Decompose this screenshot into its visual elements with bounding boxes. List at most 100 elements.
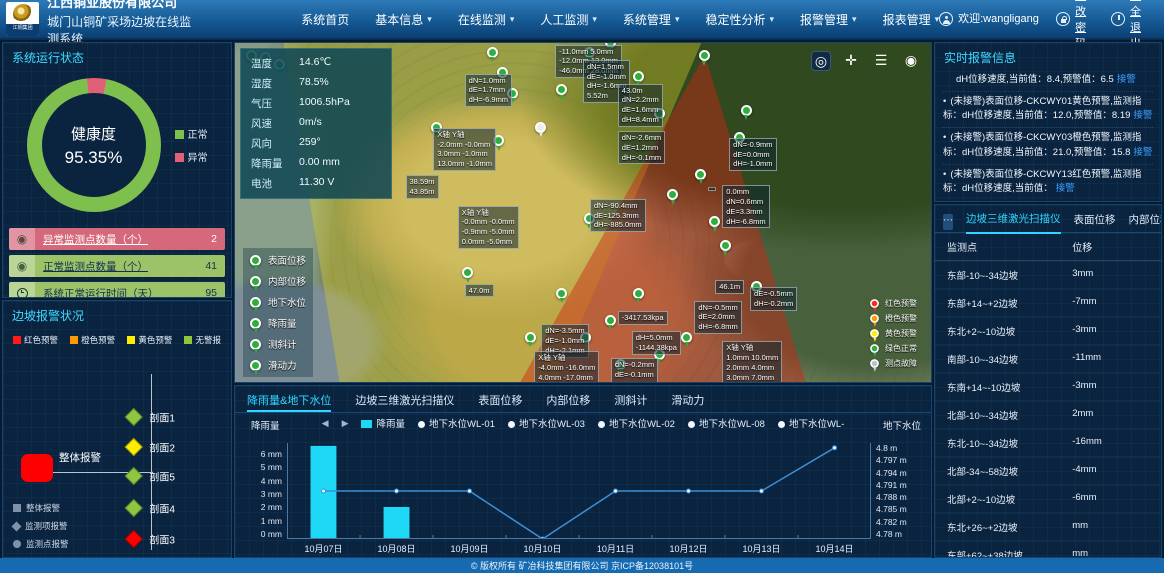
map-control-icon[interactable]: ✛ bbox=[841, 51, 861, 71]
chart-tab[interactable]: 表面位移 bbox=[478, 392, 522, 412]
sensor-pin-icon[interactable] bbox=[462, 267, 473, 278]
chart-legend-item[interactable]: 地下水位WL-03 bbox=[508, 416, 585, 430]
nav-item[interactable]: 人工监测 ▾ bbox=[540, 11, 597, 28]
sensor-pin-icon[interactable] bbox=[556, 84, 567, 95]
table-header: 监测点 位移 bbox=[935, 233, 1161, 261]
chart-legend-label: 地下水位WL- bbox=[789, 419, 844, 430]
section-node[interactable]: 剖面5 bbox=[127, 469, 175, 484]
overall-alarm-node[interactable] bbox=[21, 454, 53, 482]
measurement-label: X轴 Y轴 -0.0mm -0.0mm -0.9mm -5.0mm 0.0mm … bbox=[458, 206, 519, 249]
nav-item[interactable]: 在线监测 ▾ bbox=[458, 11, 515, 28]
table-row[interactable]: 北部-10~-34边坡 2mm bbox=[935, 401, 1161, 429]
sensor-pin-icon[interactable] bbox=[525, 332, 536, 343]
table-tab[interactable]: 边坡三维激光扫描仪 bbox=[966, 211, 1061, 234]
nav-item-label: 系统管理 bbox=[623, 11, 671, 28]
chart-tab[interactable]: 降雨量&地下水位 bbox=[247, 392, 331, 412]
legend-chip-icon bbox=[418, 421, 425, 428]
section-node[interactable]: 剖面4 bbox=[127, 500, 175, 515]
shape-label: 整体报警 bbox=[26, 502, 60, 514]
legend-chip-icon bbox=[688, 421, 695, 428]
sensor-legend-item[interactable]: 表面位移 bbox=[250, 253, 306, 267]
chart-tab[interactable]: 滑动力 bbox=[671, 392, 704, 412]
map-control-icon[interactable]: ◎ bbox=[811, 51, 831, 71]
acknowledge-link[interactable]: 接警 bbox=[1056, 183, 1075, 194]
map-control-icon[interactable]: ◉ bbox=[901, 51, 921, 71]
acknowledge-link[interactable]: 接警 bbox=[1117, 74, 1136, 85]
table-row[interactable]: 东部+62~+38边坡 mm bbox=[935, 541, 1161, 558]
sensor-legend-item[interactable]: 降雨量 bbox=[250, 316, 306, 330]
satellite-map[interactable]: -11.0mm 5.0mm -12.0mm 13.0mm -46.0mm 28.… bbox=[234, 42, 932, 383]
pin-status-legend: 红色预警 橙色预警 黄色预警 绿色正常 bbox=[869, 298, 917, 369]
chart-legend-label: 地下水位WL-01 bbox=[429, 419, 495, 430]
acknowledge-link[interactable]: 接警 bbox=[1133, 147, 1152, 158]
legend-prev-icon[interactable]: ◀ bbox=[322, 418, 329, 429]
section-node[interactable]: 剖面3 bbox=[127, 532, 175, 547]
legend-swatch bbox=[184, 336, 192, 344]
shape-icon bbox=[12, 521, 22, 531]
sensor-pin-icon[interactable] bbox=[709, 216, 720, 227]
legend-next-icon[interactable]: ▶ bbox=[342, 418, 349, 429]
table-tab[interactable]: 内部位移 bbox=[1129, 212, 1163, 233]
sensor-pin-icon[interactable] bbox=[695, 169, 706, 180]
sensor-pin-icon[interactable] bbox=[699, 50, 710, 61]
sensor-legend-item[interactable]: 地下水位 bbox=[250, 295, 306, 309]
sensor-pin-icon[interactable] bbox=[633, 71, 644, 82]
sensor-pin-icon[interactable] bbox=[605, 315, 616, 326]
chart-legend-item[interactable]: 地下水位WL-08 bbox=[688, 416, 765, 430]
table-row[interactable]: 北部+2~-10边坡 -6mm bbox=[935, 485, 1161, 513]
measurement-label: dN=-0.5mm dE=2.0mm dH=-6.8mm bbox=[694, 301, 741, 334]
x-axis-tick: 10月10日 bbox=[506, 542, 579, 555]
sensor-pin-icon[interactable] bbox=[535, 122, 546, 133]
map-control-icon[interactable]: ☰ bbox=[871, 51, 891, 71]
axis-tick: 4.8 m bbox=[876, 443, 897, 453]
more-tabs-button[interactable]: ⋯ bbox=[943, 214, 953, 230]
displacement-cell: -11mm bbox=[1072, 352, 1101, 366]
table-tab[interactable]: 表面位移 bbox=[1074, 212, 1116, 233]
health-center: 健康度 95.35% bbox=[42, 93, 146, 197]
table-row[interactable]: 东北-10~-34边坡 -16mm bbox=[935, 429, 1161, 457]
sensor-legend-item[interactable]: 内部位移 bbox=[250, 274, 306, 288]
chart-legend-label: 降雨量 bbox=[376, 419, 405, 430]
chart-legend-item[interactable]: 地下水位WL- bbox=[778, 416, 844, 430]
nav-item[interactable]: 系统管理 ▾ bbox=[623, 11, 680, 28]
sensor-legend-item[interactable]: 滑动力 bbox=[250, 358, 306, 372]
table-row[interactable]: 东部+14~+2边坡 -7mm bbox=[935, 289, 1161, 317]
displacement-table-panel: ⋯ 边坡三维激光扫描仪 表面位移 内部位移 监测点 位移 东部-10~-34边坡… bbox=[934, 204, 1162, 558]
sensor-pin-icon[interactable] bbox=[556, 288, 567, 299]
x-axis-tick: 10月12日 bbox=[652, 542, 725, 555]
table-row[interactable]: 东部-10~-34边坡 3mm bbox=[935, 261, 1161, 289]
sensor-legend-item[interactable]: 测斜计 bbox=[250, 337, 306, 351]
table-row[interactable]: 东北+2~-10边坡 -3mm bbox=[935, 317, 1161, 345]
nav-item[interactable]: 报警管理 ▾ bbox=[800, 11, 857, 28]
sensor-pin-icon[interactable] bbox=[633, 288, 644, 299]
nav-item[interactable]: 系统首页 bbox=[301, 11, 349, 28]
section-node[interactable]: 剖面1 bbox=[127, 410, 175, 425]
chart-legend-item[interactable]: 地下水位WL-02 bbox=[598, 416, 675, 430]
sensor-pin-icon[interactable] bbox=[487, 47, 498, 58]
chart-legend-item[interactable]: 降雨量 bbox=[361, 416, 405, 430]
nav-item[interactable]: 基本信息 ▾ bbox=[375, 11, 432, 28]
nav-item[interactable]: 报表管理 ▾ bbox=[883, 11, 940, 28]
nav-item[interactable]: 稳定性分析 ▾ bbox=[705, 11, 774, 28]
table-row[interactable]: 北部-34~-58边坡 -4mm bbox=[935, 457, 1161, 485]
section-diamond-icon bbox=[125, 530, 143, 548]
sensor-pin-icon[interactable] bbox=[741, 105, 752, 116]
section-label: 剖面4 bbox=[149, 500, 175, 515]
status-stats: ◉ 异常监测点数量（个） 2 ◉ 正常监测点数量（个） 41 bbox=[9, 228, 225, 298]
status-pin-icon bbox=[870, 329, 879, 338]
chart-tab[interactable]: 测斜计 bbox=[614, 392, 647, 412]
acknowledge-link[interactable]: 接警 bbox=[1133, 110, 1152, 121]
sensor-pin-icon[interactable] bbox=[681, 332, 692, 343]
sensor-pin-icon[interactable] bbox=[667, 189, 678, 200]
weather-value: 0.00 mm bbox=[299, 156, 340, 171]
chart-legend-item[interactable]: 地下水位WL-01 bbox=[418, 416, 495, 430]
table-row[interactable]: 东南+14~-10边坡 -3mm bbox=[935, 373, 1161, 401]
chart-tab[interactable]: 边坡三维激光扫描仪 bbox=[355, 392, 454, 412]
chart-tab[interactable]: 内部位移 bbox=[546, 392, 590, 412]
table-row[interactable]: 南部-10~-34边坡 -11mm bbox=[935, 345, 1161, 373]
sensor-pin-icon[interactable] bbox=[720, 240, 731, 251]
alarm-text: dH位移速度,当前值：8.4,预警值：6.5 bbox=[956, 74, 1114, 85]
section-node[interactable]: 剖面2 bbox=[127, 439, 175, 454]
table-row[interactable]: 东北+26~+2边坡 mm bbox=[935, 513, 1161, 541]
sensor-legend-label: 地下水位 bbox=[268, 295, 306, 309]
